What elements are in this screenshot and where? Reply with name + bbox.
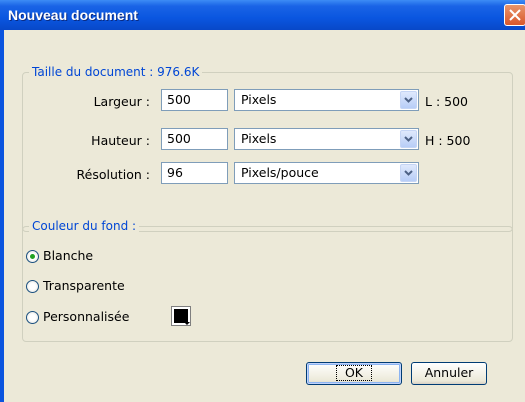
close-button[interactable]: [504, 4, 525, 26]
width-unit-value: Pixels: [241, 92, 277, 107]
height-unit-value: Pixels: [241, 131, 277, 146]
width-readout: L : 500: [425, 94, 468, 109]
resolution-input[interactable]: 96: [161, 162, 228, 184]
resolution-unit-value: Pixels/pouce: [241, 165, 319, 180]
height-readout: H : 500: [425, 133, 471, 148]
radio-selected-dot: [30, 254, 35, 259]
window-title: Nouveau document: [8, 7, 138, 23]
resolution-label: Résolution :: [76, 167, 151, 182]
ok-button-label: OK: [335, 365, 373, 381]
color-dropdown-indicator-icon: [184, 322, 190, 325]
background-color-legend: Couleur du fond :: [29, 219, 140, 233]
width-input[interactable]: 500: [161, 89, 228, 111]
cancel-button-label: Annuler: [424, 365, 474, 380]
radio-custom[interactable]: [26, 311, 39, 324]
dialog-body: Taille du document : 976.6K Largeur : 50…: [4, 30, 525, 402]
height-unit-dropdown-button[interactable]: [400, 130, 417, 148]
height-input[interactable]: 500: [161, 128, 228, 150]
width-unit-select[interactable]: Pixels: [234, 89, 419, 111]
close-icon: [509, 9, 521, 21]
height-label: Hauteur :: [91, 133, 150, 148]
cancel-button[interactable]: Annuler: [411, 362, 487, 385]
chevron-down-icon: [404, 97, 413, 103]
custom-color-fill: [174, 309, 188, 323]
height-unit-select[interactable]: Pixels: [234, 128, 419, 150]
radio-white-label[interactable]: Blanche: [43, 249, 93, 263]
radio-transparent-label[interactable]: Transparente: [43, 279, 125, 293]
custom-color-swatch[interactable]: [171, 306, 191, 326]
dialog-window: Nouveau document Taille du document : 97…: [0, 0, 525, 402]
document-size-legend: Taille du document : 976.6K: [29, 65, 203, 79]
radio-transparent[interactable]: [26, 280, 39, 293]
chevron-down-icon: [404, 136, 413, 142]
radio-custom-label[interactable]: Personnalisée: [43, 310, 129, 324]
width-unit-dropdown-button[interactable]: [400, 91, 417, 109]
width-label: Largeur :: [93, 94, 150, 109]
radio-white[interactable]: [26, 250, 39, 263]
ok-button[interactable]: OK: [306, 362, 402, 385]
resolution-unit-select[interactable]: Pixels/pouce: [234, 162, 419, 184]
resolution-unit-dropdown-button[interactable]: [400, 164, 417, 182]
chevron-down-icon: [404, 170, 413, 176]
title-bar[interactable]: Nouveau document: [0, 0, 525, 30]
